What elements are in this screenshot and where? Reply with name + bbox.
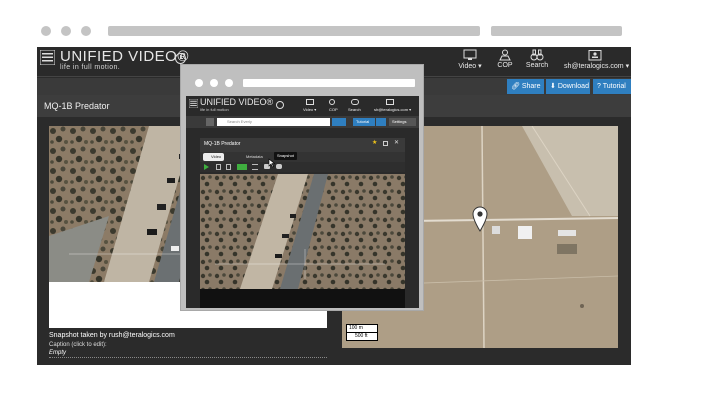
window-dot-1 <box>41 26 51 36</box>
download-icon: ⬇︎ <box>550 83 556 90</box>
play-icon[interactable] <box>204 164 209 170</box>
address-bar <box>108 26 480 36</box>
caption-value[interactable]: Empty <box>49 350 327 358</box>
inset-nav-search[interactable]: Search <box>348 107 361 112</box>
inset-tabs: Video Metadata Snapshot <box>200 152 405 162</box>
inset-video-bottom <box>200 289 405 308</box>
inset-search-input[interactable]: Search Everly <box>217 118 330 126</box>
frame-forward-icon[interactable] <box>226 164 231 170</box>
inset-person-icon <box>329 99 335 105</box>
logo-icon <box>40 50 55 65</box>
inset-window: UNIFIED VIDEO® life in full motion Video… <box>180 64 424 311</box>
download-button[interactable]: ⬇︎ Download <box>546 79 590 94</box>
snapshot-taken-by: Snapshot taken by rush@teralogics.com <box>49 332 175 339</box>
inset-panel-title: MQ-1B Predator <box>204 141 241 147</box>
scale-feet: 500 ft <box>346 333 378 341</box>
inset-monitor-icon <box>306 99 314 105</box>
window-dot-3 <box>81 26 91 36</box>
inset-window-dot-1 <box>195 79 203 87</box>
user-card-icon <box>588 50 602 61</box>
inset-nav-cop[interactable]: COP <box>329 107 338 112</box>
share-icon: 🔗︎ <box>511 83 520 90</box>
inset-search-row: Search Everly Tutorial Settings <box>186 116 419 128</box>
inset-tab-video[interactable]: Video <box>203 153 225 161</box>
inset-tab-metadata[interactable]: Metadata <box>238 153 266 161</box>
inset-download-button[interactable] <box>376 118 386 126</box>
inset-clock-icon[interactable] <box>276 101 284 109</box>
window-dot-2 <box>61 26 71 36</box>
inset-address-bar <box>243 79 415 87</box>
inset-panel-header: MQ-1B Predator ★ ✕ <box>200 138 405 152</box>
live-button[interactable] <box>237 164 247 170</box>
person-icon <box>499 49 511 61</box>
inset-window-dot-3 <box>225 79 233 87</box>
logo-tagline: life in full motion. <box>60 64 121 71</box>
inset-nav-user[interactable]: sh@teralogics.com ▾ <box>374 107 411 112</box>
history-clock-icon[interactable] <box>175 53 186 64</box>
inset-aerial-video-image <box>200 174 405 289</box>
inset-logo-icon <box>189 99 198 108</box>
inset-settings-button[interactable]: Settings <box>389 118 416 126</box>
inset-app: UNIFIED VIDEO® life in full motion Video… <box>186 96 419 308</box>
inset-tooltip-snapshot: Snapshot <box>274 152 297 160</box>
inset-user-card-icon <box>386 99 394 105</box>
share-button[interactable]: 🔗︎ Share <box>507 79 544 94</box>
inset-search-placeholder: Search Everly <box>227 119 252 124</box>
location-pin-icon[interactable] <box>472 206 488 232</box>
logo-text: UNIFIED VIDEO® <box>60 48 189 65</box>
scale-meters: 100 m <box>346 324 378 333</box>
inset-search-button[interactable] <box>332 118 346 126</box>
nav-user[interactable]: sh@teralogics.com ▾ <box>564 49 629 70</box>
tutorial-button[interactable]: ? Tutorial <box>593 79 631 94</box>
inset-binoculars-icon <box>351 99 359 105</box>
caption-hint: Caption (click to edit): <box>49 342 107 348</box>
nav-video[interactable]: Video ▾ <box>455 49 485 70</box>
inset-tutorial-button[interactable]: Tutorial <box>353 118 375 126</box>
frame-back-icon[interactable] <box>216 164 221 170</box>
page-title: MQ-1B Predator <box>44 101 110 111</box>
inset-pin-button[interactable] <box>206 118 214 126</box>
inset-window-dot-2 <box>210 79 218 87</box>
map-scale: 100 m 500 ft <box>346 324 378 341</box>
toolbar-bar <box>491 26 622 36</box>
nav-search[interactable]: Search <box>524 49 550 69</box>
help-icon: ? <box>597 83 601 90</box>
popout-icon[interactable] <box>383 141 388 146</box>
nav-cop[interactable]: COP <box>494 49 516 69</box>
binoculars-icon <box>530 49 544 61</box>
inset-controls <box>200 162 405 172</box>
inset-video[interactable] <box>200 174 405 289</box>
list-icon[interactable] <box>252 164 258 170</box>
comment-icon[interactable] <box>276 164 282 169</box>
mouse-cursor-icon <box>268 158 275 168</box>
inset-logo-tagline: life in full motion <box>200 107 229 112</box>
monitor-icon <box>463 49 477 60</box>
inset-top-bar: UNIFIED VIDEO® life in full motion Video… <box>186 96 419 115</box>
inset-nav-video[interactable]: Video ▾ <box>303 107 316 112</box>
close-icon[interactable]: ✕ <box>394 139 399 146</box>
inset-logo-text: UNIFIED VIDEO® <box>200 97 274 107</box>
star-icon[interactable]: ★ <box>372 139 377 146</box>
